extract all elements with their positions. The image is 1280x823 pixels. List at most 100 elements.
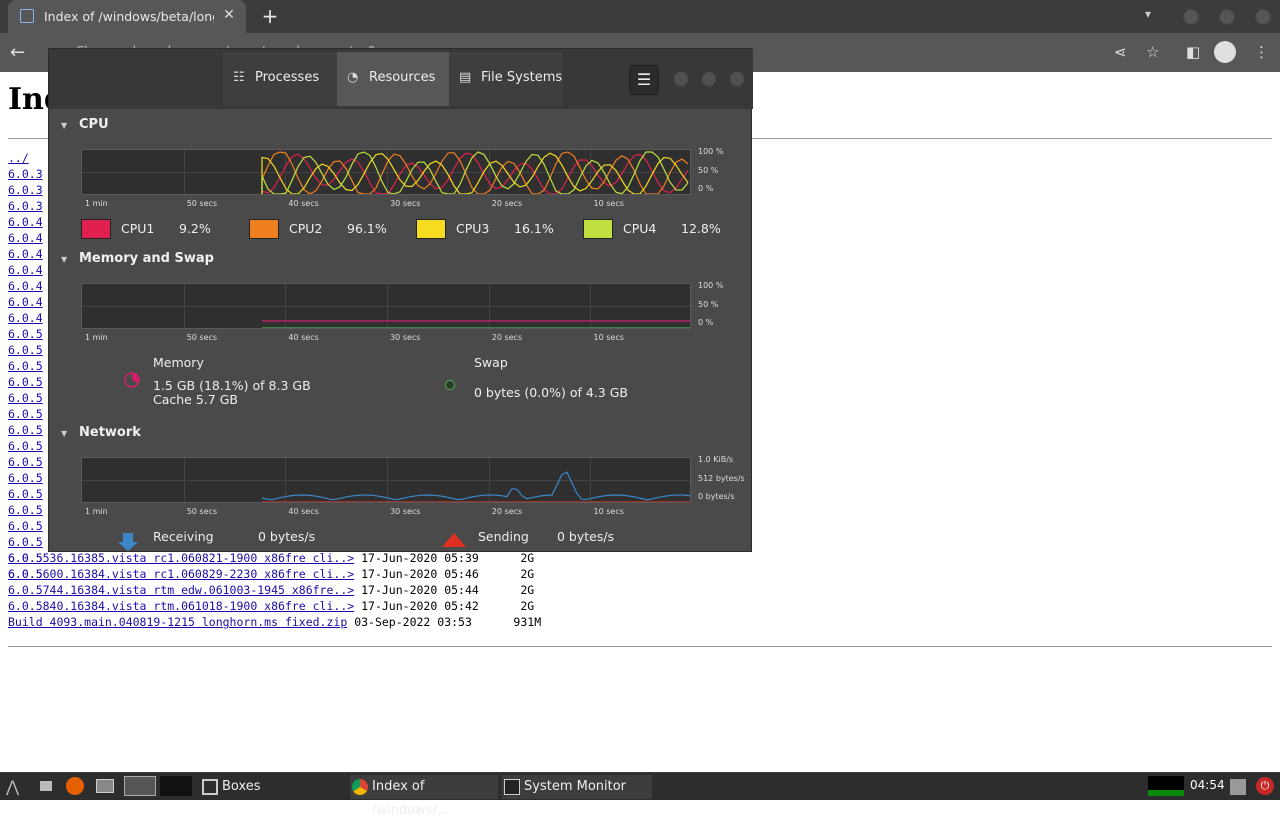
file-link[interactable]: 6.0.5 bbox=[8, 535, 43, 549]
file-link[interactable]: 6.0.4 bbox=[8, 279, 43, 293]
workspace-2[interactable] bbox=[160, 776, 192, 796]
receiving-value: 0 bytes/s bbox=[258, 529, 316, 544]
file-meta: 17-Jun-2020 05:44 2G bbox=[354, 583, 535, 597]
swap-value: 0 bytes (0.0%) of 4.3 GB bbox=[474, 385, 628, 400]
tab-processes[interactable]: ☷ Processes bbox=[223, 52, 337, 106]
workspace-1[interactable] bbox=[124, 776, 156, 796]
share-icon[interactable]: ⋖ bbox=[1114, 43, 1127, 61]
gauge-icon: ◔ bbox=[347, 70, 359, 85]
sending-label: Sending bbox=[478, 529, 529, 544]
file-link[interactable]: 6.0.4 bbox=[8, 295, 43, 309]
clock[interactable]: 04:54 bbox=[1190, 778, 1225, 792]
swap-label: Swap bbox=[474, 355, 508, 370]
task-chrome[interactable]: Index of /windows/... bbox=[350, 775, 498, 818]
memory-section-header[interactable]: ▼ Memory and Swap bbox=[61, 251, 214, 266]
y-tick-label: 50 % bbox=[698, 165, 719, 175]
file-link[interactable]: 6.0.5 bbox=[8, 503, 43, 517]
file-link[interactable]: 6.0.5536.16385.vista rc1.060821-1900 x86… bbox=[8, 551, 354, 565]
file-link[interactable]: 6.0.4 bbox=[8, 247, 43, 261]
file-link[interactable]: 6.0.5600.16384.vista rc1.060829-2230 x86… bbox=[8, 567, 354, 581]
task-system-monitor[interactable]: System Monitor bbox=[502, 775, 652, 799]
file-list: 6.0.5536.16385.vista rc1.060821-1900 x86… bbox=[8, 550, 541, 630]
file-link[interactable]: 6.0.5 bbox=[8, 423, 43, 437]
y-tick-label: 50 % bbox=[698, 299, 719, 309]
network-section-header[interactable]: ▼ Network bbox=[61, 425, 141, 440]
tab-close-icon[interactable]: ✕ bbox=[220, 6, 238, 24]
file-link[interactable]: 6.0.5 bbox=[8, 327, 43, 341]
cpu-color-swatch[interactable] bbox=[81, 219, 111, 239]
side-panel-icon[interactable]: ◧ bbox=[1186, 43, 1200, 61]
file-link[interactable]: 6.0.4 bbox=[8, 215, 43, 229]
tab-file-systems[interactable]: ▤ File Systems bbox=[449, 52, 563, 106]
x-tick-label: 50 secs bbox=[186, 507, 218, 516]
file-link[interactable]: 6.0.4 bbox=[8, 311, 43, 325]
file-link[interactable]: 6.0.5 bbox=[8, 343, 43, 357]
browser-tab[interactable]: Index of /windows/beta/longho ✕ bbox=[8, 0, 246, 33]
sending-arrow-icon[interactable] bbox=[441, 533, 467, 551]
file-meta: 17-Jun-2020 05:42 2G bbox=[354, 599, 535, 613]
file-link[interactable]: 6.0.3 bbox=[8, 167, 43, 181]
minimize-button[interactable] bbox=[673, 71, 689, 87]
file-link[interactable]: 6.0.5 bbox=[8, 487, 43, 501]
cpu-section-header[interactable]: ▼ CPU bbox=[61, 117, 109, 132]
file-manager-icon[interactable] bbox=[96, 779, 114, 793]
x-tick-label: 40 secs bbox=[288, 199, 319, 208]
file-link[interactable]: 6.0.3 bbox=[8, 199, 43, 213]
file-link[interactable]: 6.0.4 bbox=[8, 231, 43, 245]
memory-pie-icon[interactable] bbox=[123, 371, 141, 389]
file-meta: 03-Sep-2022 03:53 931M bbox=[347, 615, 542, 629]
task-boxes[interactable]: Boxes bbox=[200, 775, 344, 799]
list-item: 6.0.5600.16384.vista rc1.060829-2230 x86… bbox=[8, 566, 541, 582]
show-desktop-icon[interactable] bbox=[40, 781, 52, 791]
power-icon[interactable]: ⏻ bbox=[1256, 777, 1274, 795]
file-link[interactable]: 6.0.5 bbox=[8, 455, 43, 469]
x-tick-label: 20 secs bbox=[491, 333, 523, 342]
firefox-icon[interactable] bbox=[66, 777, 84, 795]
list-item: Build 4093.main.040819-1215 longhorn.ms … bbox=[8, 614, 541, 630]
x-tick-label: 1 min bbox=[85, 507, 108, 516]
profile-avatar-icon[interactable] bbox=[1214, 41, 1236, 63]
start-menu-icon[interactable]: ⋀ bbox=[6, 777, 24, 796]
cpu-color-swatch[interactable] bbox=[249, 219, 279, 239]
file-link[interactable]: 6.0.4 bbox=[8, 263, 43, 277]
swap-pie-icon[interactable] bbox=[445, 380, 455, 390]
new-tab-button[interactable]: + bbox=[258, 4, 282, 28]
x-tick-label: 30 secs bbox=[390, 199, 421, 208]
hamburger-menu-button[interactable]: ☰ bbox=[629, 65, 659, 95]
y-tick-label: 0 % bbox=[698, 318, 714, 327]
file-link[interactable]: 6.0.5 bbox=[8, 471, 43, 485]
receiving-arrow-icon[interactable] bbox=[117, 533, 139, 551]
file-link[interactable]: 6.0.5 bbox=[8, 375, 43, 389]
cpu-usage-applet[interactable] bbox=[1148, 776, 1184, 796]
x-tick-label: 20 secs bbox=[491, 199, 523, 208]
kebab-menu-icon[interactable]: ⋮ bbox=[1254, 43, 1269, 61]
bookmark-star-icon[interactable]: ☆ bbox=[1146, 43, 1159, 61]
browser-tab-strip: Index of /windows/beta/longho ✕ + ▾ bbox=[0, 0, 1280, 33]
parent-directory-link[interactable]: ../ bbox=[8, 151, 29, 165]
file-link[interactable]: 6.0.3 bbox=[8, 183, 43, 197]
y-tick-label: 1.0 KiB/s bbox=[698, 455, 734, 464]
close-button[interactable] bbox=[729, 71, 745, 87]
file-link[interactable]: 6.0.5 bbox=[8, 439, 43, 453]
close-window-button[interactable] bbox=[1255, 9, 1271, 25]
file-link[interactable]: 6.0.5744.16384.vista rtm edw.061003-1945… bbox=[8, 583, 354, 597]
taskbar: ⋀ Boxes Index of /windows/... System Mon… bbox=[0, 772, 1280, 818]
list-icon: ☷ bbox=[233, 70, 245, 85]
network-tray-icon[interactable] bbox=[1230, 779, 1246, 795]
file-link[interactable]: 6.0.5840.16384.vista rtm.061018-1900 x86… bbox=[8, 599, 354, 613]
maximize-window-button[interactable] bbox=[1219, 9, 1235, 25]
file-link[interactable]: 6.0.5 bbox=[8, 519, 43, 533]
file-link[interactable]: Build 4093.main.040819-1215 longhorn.ms … bbox=[8, 615, 347, 629]
file-link[interactable]: 6.0.5 bbox=[8, 359, 43, 373]
minimize-window-button[interactable] bbox=[1183, 9, 1199, 25]
cpu-color-swatch[interactable] bbox=[416, 219, 446, 239]
back-arrow-icon[interactable]: ← bbox=[10, 42, 25, 63]
x-tick-label: 50 secs bbox=[186, 199, 218, 208]
tab-search-chevron-icon[interactable]: ▾ bbox=[1145, 7, 1151, 21]
file-link[interactable]: 6.0.5 bbox=[8, 391, 43, 405]
file-link[interactable]: 6.0.5 bbox=[8, 407, 43, 421]
cpu-color-swatch[interactable] bbox=[583, 219, 613, 239]
tab-resources[interactable]: ◔ Resources bbox=[337, 52, 449, 106]
cpu-history-graph bbox=[81, 149, 691, 195]
maximize-button[interactable] bbox=[701, 71, 717, 87]
